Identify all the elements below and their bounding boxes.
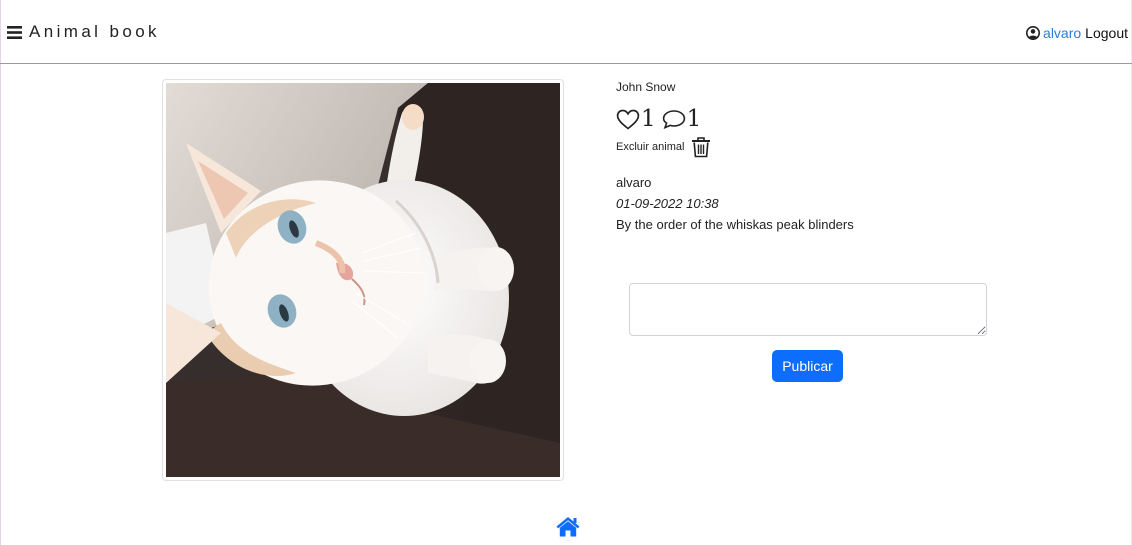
- like-count: 1: [641, 106, 656, 132]
- username-link[interactable]: alvaro: [1043, 25, 1081, 41]
- home-icon[interactable]: [555, 515, 581, 537]
- trash-icon[interactable]: [691, 136, 711, 158]
- comment-count: 1: [686, 106, 702, 132]
- home-link[interactable]: [555, 515, 581, 542]
- user-circle-icon: [1026, 26, 1041, 40]
- hamburger-menu-icon[interactable]: [7, 25, 22, 39]
- speech-bubble-icon[interactable]: [662, 109, 686, 129]
- comment-item: alvaro 01-09-2022 10:38 By the order of …: [616, 172, 1016, 235]
- logout-link[interactable]: Logout: [1085, 25, 1128, 41]
- heart-outline-icon[interactable]: [616, 109, 640, 130]
- post-stats: 1 1: [616, 106, 1016, 132]
- brand-title: Animal book: [29, 22, 160, 41]
- animal-photo: [166, 83, 560, 477]
- publish-button[interactable]: Publicar: [772, 350, 843, 382]
- brand-link[interactable]: Animal book: [7, 22, 160, 42]
- page-left-border: [0, 0, 1, 545]
- animal-photo-card: [162, 79, 564, 481]
- delete-animal-button[interactable]: [691, 136, 711, 158]
- auth-area: alvaro Logout: [1026, 25, 1128, 41]
- comment-stat[interactable]: 1: [662, 106, 702, 132]
- comment-form: Publicar: [629, 283, 987, 382]
- comment-textarea[interactable]: [629, 283, 987, 336]
- like-stat[interactable]: 1: [616, 106, 656, 132]
- navbar: Animal book alvaro Logout: [0, 0, 1132, 64]
- delete-animal-row: Excluir animal: [616, 136, 1016, 158]
- post-author: John Snow: [616, 80, 676, 94]
- comment-date: 01-09-2022 10:38: [616, 196, 719, 211]
- post-details: John Snow 1 1 Excluir animal alvaro 01-0…: [616, 80, 1016, 235]
- comment-user: alvaro: [616, 175, 652, 190]
- comment-text: By the order of the whiskas peak blinder…: [616, 217, 854, 232]
- delete-animal-label: Excluir animal: [616, 141, 685, 153]
